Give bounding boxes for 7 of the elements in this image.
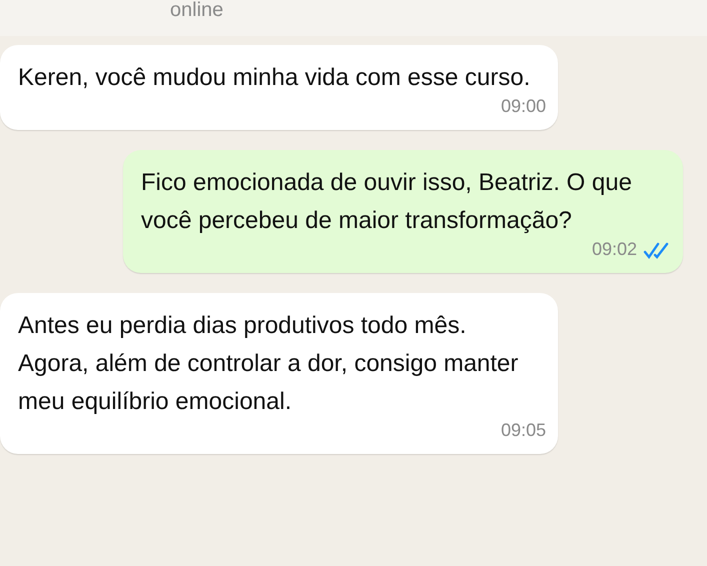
message-text: Keren, você mudou minha vida com esse curso.	[18, 63, 532, 93]
message-time: 09:02	[592, 238, 637, 261]
message-text: Antes eu perdia dias produtivos todo mês. Agora, além de controlar a dor, consigo manter meu equilíbrio emocional.	[18, 311, 520, 417]
message-time: 09:05	[500, 419, 546, 442]
contact-status: online	[170, 0, 224, 20]
message-text: Fico emocionada de ouvir isso, Beatriz. O que você percebeu de maior transformação?	[141, 168, 633, 236]
message-time: 09:00	[500, 95, 546, 118]
